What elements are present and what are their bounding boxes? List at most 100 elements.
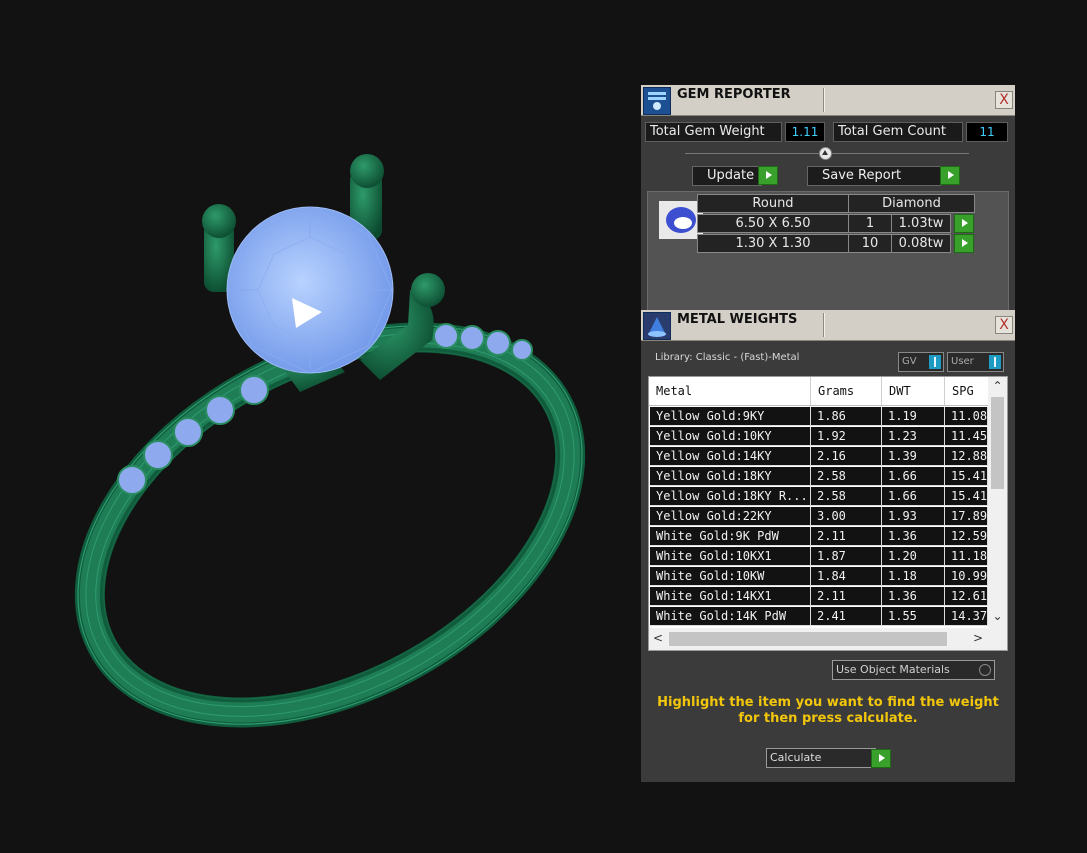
column-header-grams[interactable]: Grams (811, 377, 882, 406)
spg-value: 12.61 (945, 587, 988, 606)
gem-weight: 1.03tw (891, 214, 951, 233)
gem-row-play-icon[interactable] (954, 234, 974, 253)
spg-value: 12.88 (945, 447, 988, 466)
ring-model[interactable] (0, 0, 640, 849)
toggle-icon (929, 355, 941, 369)
metal-weights-panel: METAL WEIGHTS X Library: Classic - (Fast… (641, 310, 1015, 782)
title-separator (823, 88, 824, 112)
dwt-value: 1.55 (882, 607, 945, 626)
gem-shape-header: Round (697, 194, 849, 213)
dwt-value: 1.66 (882, 467, 945, 486)
user-toggle-label: User (951, 356, 974, 367)
horizontal-scroll-thumb[interactable] (669, 632, 947, 646)
spg-value: 14.37 (945, 607, 988, 626)
gv-toggle[interactable]: GV (898, 352, 944, 372)
spg-value: 17.89 (945, 507, 988, 526)
gem-reporter-icon (643, 87, 671, 115)
grams-value: 1.92 (811, 427, 882, 446)
grams-value: 1.84 (811, 567, 882, 586)
metal-name: White Gold:14KX1 (650, 587, 811, 606)
radio-icon[interactable] (979, 664, 991, 676)
3d-viewport[interactable] (0, 0, 640, 849)
dwt-value: 1.39 (882, 447, 945, 466)
spg-value: 11.45 (945, 427, 988, 446)
metal-name: Yellow Gold:14KY (650, 447, 811, 466)
gem-reporter-titlebar: GEM REPORTER X (641, 85, 1015, 116)
scroll-down-icon[interactable]: ⌄ (988, 609, 1007, 623)
gem-size[interactable]: 1.30 X 1.30 (697, 234, 849, 253)
library-label: Library: Classic - (Fast)-Metal (655, 352, 800, 363)
dwt-value: 1.23 (882, 427, 945, 446)
gv-toggle-label: GV (902, 356, 917, 367)
scroll-left-icon[interactable]: < (651, 631, 665, 645)
column-header-dwt[interactable]: DWT (882, 377, 945, 406)
grams-value: 3.00 (811, 507, 882, 526)
grams-value: 2.11 (811, 527, 882, 546)
close-icon[interactable]: X (995, 316, 1013, 334)
total-gem-count-value: 11 (966, 122, 1008, 142)
grams-value: 2.11 (811, 587, 882, 606)
dwt-value: 1.93 (882, 507, 945, 526)
spg-value: 10.99 (945, 567, 988, 586)
scroll-up-icon[interactable]: ⌃ (988, 379, 1007, 393)
spg-value: 11.08 (945, 407, 988, 426)
metal-weights-title: METAL WEIGHTS (677, 312, 798, 327)
use-object-materials-option[interactable]: Use Object Materials (832, 660, 995, 680)
column-header-spg[interactable]: SPG (945, 377, 990, 406)
scroll-right-icon[interactable]: > (971, 631, 985, 645)
splitter-handle-icon[interactable] (819, 147, 832, 160)
metal-name: Yellow Gold:10KY (650, 427, 811, 446)
user-toggle[interactable]: User (947, 352, 1004, 372)
close-icon[interactable]: X (995, 91, 1013, 109)
gem-weight: 0.08tw (891, 234, 951, 253)
vertical-scroll-thumb[interactable] (991, 397, 1004, 489)
spg-value: 15.41 (945, 487, 988, 506)
total-gem-weight-value: 1.11 (785, 122, 825, 142)
metal-name: White Gold:14K PdW (650, 607, 811, 626)
metal-weights-titlebar: METAL WEIGHTS X (641, 310, 1015, 341)
horizontal-scrollbar[interactable]: < > (649, 628, 1007, 650)
dwt-value: 1.19 (882, 407, 945, 426)
metal-weights-icon (643, 312, 671, 340)
gem-list: Round Diamond 6.50 X 6.50 1 1.03tw 1.30 … (647, 191, 1009, 311)
grams-value: 1.86 (811, 407, 882, 426)
calculate-play-icon[interactable] (871, 749, 891, 768)
grams-value: 2.58 (811, 487, 882, 506)
grams-value: 2.16 (811, 447, 882, 466)
total-gem-weight-label: Total Gem Weight (645, 122, 782, 142)
gem-type-header: Diamond (848, 194, 975, 213)
save-report-button[interactable]: Save Report (807, 166, 941, 186)
gem-reporter-panel: GEM REPORTER X Total Gem Weight 1.11 Tot… (641, 85, 1015, 311)
save-report-play-icon[interactable] (940, 166, 960, 185)
update-button[interactable]: Update (692, 166, 762, 186)
update-play-icon[interactable] (758, 166, 778, 185)
dwt-value: 1.36 (882, 587, 945, 606)
grams-value: 2.41 (811, 607, 882, 626)
use-object-materials-label: Use Object Materials (836, 663, 950, 676)
column-header-metal[interactable]: Metal (649, 377, 811, 406)
instruction-text: Highlight the item you want to find the … (657, 695, 999, 726)
vertical-scrollbar[interactable]: ⌃ ⌄ (988, 377, 1007, 628)
spg-value: 12.59 (945, 527, 988, 546)
calculate-button[interactable]: Calculate (766, 748, 876, 768)
dwt-value: 1.66 (882, 487, 945, 506)
metal-name: Yellow Gold:18KY (650, 467, 811, 486)
spg-value: 11.18 (945, 547, 988, 566)
metal-name: Yellow Gold:18KY R... (650, 487, 811, 506)
center-diamond (226, 206, 394, 374)
metal-name: White Gold:9K PdW (650, 527, 811, 546)
dwt-value: 1.36 (882, 527, 945, 546)
metal-name: Yellow Gold:22KY (650, 507, 811, 526)
total-gem-count-label: Total Gem Count (833, 122, 963, 142)
grams-value: 1.87 (811, 547, 882, 566)
metal-table[interactable]: Metal Grams DWT SPG Yellow Gold:9KY 1.86… (648, 376, 1008, 651)
spg-value: 15.41 (945, 467, 988, 486)
grams-value: 2.58 (811, 467, 882, 486)
title-separator (823, 313, 824, 337)
gem-size[interactable]: 6.50 X 6.50 (697, 214, 849, 233)
toggle-icon (989, 355, 1001, 369)
gem-row-play-icon[interactable] (954, 214, 974, 233)
metal-name: White Gold:10KW (650, 567, 811, 586)
gem-reporter-title: GEM REPORTER (677, 87, 791, 102)
metal-name: Yellow Gold:9KY (650, 407, 811, 426)
